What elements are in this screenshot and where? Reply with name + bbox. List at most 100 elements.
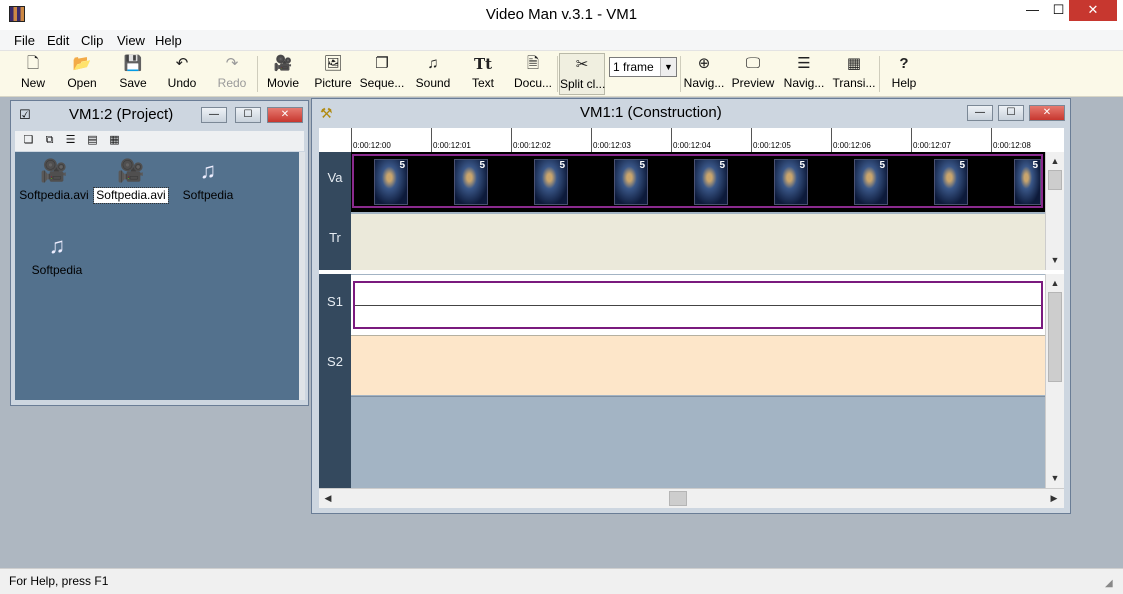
project-items-area: 🎥 Softpedia.avi 🎥 Softpedia.avi ♫ Softpe… xyxy=(15,152,299,400)
video-track[interactable]: 5 5 5 5 5 5 5 5 5 xyxy=(351,152,1045,212)
sound-clip[interactable] xyxy=(353,281,1043,329)
resize-grip-icon[interactable]: ◢ xyxy=(1105,578,1117,590)
construction-minimize-button[interactable]: — xyxy=(967,105,993,121)
details-view-icon[interactable]: ▤ xyxy=(85,133,100,148)
redo-button[interactable]: ↷ Redo xyxy=(209,53,255,95)
navigator-label: Navig... xyxy=(683,76,725,90)
open-label: Open xyxy=(67,76,97,90)
navigator-list-label: Navig... xyxy=(783,76,825,90)
scrollbar-thumb[interactable] xyxy=(1048,170,1062,190)
transitions-button[interactable]: ▦ Transi... xyxy=(831,53,877,95)
checklist-icon: ☑ xyxy=(19,107,31,122)
project-scrollbar[interactable] xyxy=(299,152,305,400)
project-maximize-button[interactable]: ☐ xyxy=(235,107,261,123)
minimize-button[interactable]: — xyxy=(1018,0,1047,21)
project-window: ☑ VM1:2 (Project) — ☐ ✕ ❏ ⧉ ☰ ▤ ▦ 🎥 Soft… xyxy=(10,100,309,406)
document-button[interactable]: 🗎 Docu... xyxy=(510,53,556,95)
sequence-button[interactable]: ❐ Seque... xyxy=(359,53,405,95)
sound-track-1[interactable] xyxy=(351,275,1045,335)
video-clip[interactable]: 5 5 5 5 5 5 5 5 5 xyxy=(352,154,1043,208)
menu-file[interactable]: File xyxy=(13,30,36,51)
document-label: Docu... xyxy=(513,76,552,90)
large-icons-view-icon[interactable]: ❏ xyxy=(21,133,36,148)
navigator-list-button[interactable]: ☰ Navig... xyxy=(781,53,827,95)
split-clip-button[interactable]: ✂ Split cl... xyxy=(559,53,605,95)
project-item[interactable]: ♫ Softpedia xyxy=(17,229,97,278)
menu-help[interactable]: Help xyxy=(154,30,183,51)
new-file-icon: 🗋 xyxy=(26,55,40,72)
menu-bar: File Edit Clip View Help xyxy=(0,30,1123,51)
video-camera-icon: 🎥 xyxy=(117,158,145,183)
timecode-label: 0:00:12:02 xyxy=(513,141,551,150)
project-item[interactable]: 🎥 Softpedia.avi xyxy=(91,154,171,204)
transition-track[interactable] xyxy=(351,214,1045,270)
scrollbar-thumb[interactable] xyxy=(1048,292,1062,382)
scrollbar-thumb[interactable] xyxy=(669,491,687,506)
scroll-up-icon[interactable]: ▲ xyxy=(1046,152,1064,170)
undo-label: Undo xyxy=(167,76,197,90)
chevron-down-icon[interactable]: ▼ xyxy=(660,58,676,76)
wrench-icon: ⚒ xyxy=(320,105,333,121)
menu-clip[interactable]: Clip xyxy=(80,30,104,51)
video-frame-thumbnail: 5 xyxy=(614,159,648,205)
undo-button[interactable]: ↶ Undo xyxy=(159,53,205,95)
crosshair-icon: ⊕ xyxy=(697,55,711,72)
scroll-left-icon[interactable]: ◀ xyxy=(319,489,337,507)
scroll-up-icon[interactable]: ▲ xyxy=(1046,274,1064,292)
title-bar: Video Man v.3.1 - VM1 — ☐ ✕ xyxy=(0,0,1123,30)
menu-view[interactable]: View xyxy=(116,30,146,51)
preview-label: Preview xyxy=(731,76,775,90)
sound-tracks-scrollbar[interactable]: ▲ ▼ xyxy=(1045,274,1064,488)
split-clip-label: Split cl... xyxy=(560,77,606,91)
scroll-right-icon[interactable]: ▶ xyxy=(1045,489,1063,507)
frame-step-select[interactable]: 1 frame ▼ xyxy=(609,57,677,77)
video-frame-thumbnail: 5 xyxy=(934,159,968,205)
close-button[interactable]: ✕ xyxy=(1069,0,1117,21)
track-header-column: Va Tr S1 S2 xyxy=(319,152,351,488)
scroll-down-icon[interactable]: ▼ xyxy=(1046,469,1064,487)
open-button[interactable]: 📂 Open xyxy=(59,53,105,95)
help-button[interactable]: ? Help xyxy=(881,53,927,95)
save-button[interactable]: 💾 Save xyxy=(110,53,156,95)
movie-button[interactable]: 🎥 Movie xyxy=(260,53,306,95)
project-item[interactable]: 🎥 Softpedia.avi xyxy=(14,154,94,203)
save-label: Save xyxy=(119,76,147,90)
frame-step-value: 1 frame xyxy=(613,60,654,74)
project-close-button[interactable]: ✕ xyxy=(267,107,303,123)
timeline-horizontal-scrollbar[interactable]: ◀ ▶ xyxy=(319,488,1064,508)
construction-window-titlebar[interactable]: ⚒ VM1:1 (Construction) — ☐ ✕ xyxy=(312,99,1070,127)
redo-label: Redo xyxy=(217,76,247,90)
picture-button[interactable]: 🖼 Picture xyxy=(310,53,356,95)
navigator-button[interactable]: ⊕ Navig... xyxy=(681,53,727,95)
timecode-label: 0:00:12:04 xyxy=(673,141,711,150)
small-icons-view-icon[interactable]: ⧉ xyxy=(42,133,57,148)
new-button[interactable]: 🗋 New xyxy=(10,53,56,95)
list-view-icon[interactable]: ☰ xyxy=(63,133,78,148)
sound-button[interactable]: ♫ Sound xyxy=(410,53,456,95)
video-frame-thumbnail: 5 xyxy=(374,159,408,205)
scroll-down-icon[interactable]: ▼ xyxy=(1046,251,1064,269)
volume-line[interactable] xyxy=(355,305,1041,306)
project-window-titlebar[interactable]: ☑ VM1:2 (Project) — ☐ ✕ xyxy=(11,101,308,129)
construction-maximize-button[interactable]: ☐ xyxy=(998,105,1024,121)
music-note-icon: ♫ xyxy=(427,55,439,72)
video-tracks-scrollbar[interactable]: ▲ ▼ xyxy=(1045,152,1064,270)
sound-track-2[interactable] xyxy=(351,335,1045,395)
text-button[interactable]: Tt Text xyxy=(460,53,506,95)
transitions-label: Transi... xyxy=(832,76,876,90)
timeline-ruler[interactable]: 0:00:12:00 0:00:12:01 0:00:12:02 0:00:12… xyxy=(319,128,1064,152)
sequence-label: Seque... xyxy=(359,76,405,90)
document-icon: 🗎 xyxy=(526,55,540,72)
video-frame-thumbnail: 5 xyxy=(1014,159,1041,205)
thumbnail-view-icon[interactable]: ▦ xyxy=(107,133,122,148)
menu-edit[interactable]: Edit xyxy=(46,30,70,51)
preview-button[interactable]: 🖵 Preview xyxy=(730,53,776,95)
track-splitter[interactable] xyxy=(319,270,1064,274)
open-folder-icon: 📂 xyxy=(72,55,92,72)
project-minimize-button[interactable]: — xyxy=(201,107,227,123)
video-frame-thumbnail: 5 xyxy=(534,159,568,205)
toolbar-separator xyxy=(879,56,880,92)
video-camera-icon: 🎥 xyxy=(40,158,68,183)
construction-close-button[interactable]: ✕ xyxy=(1029,105,1065,121)
project-item[interactable]: ♫ Softpedia xyxy=(168,154,248,203)
